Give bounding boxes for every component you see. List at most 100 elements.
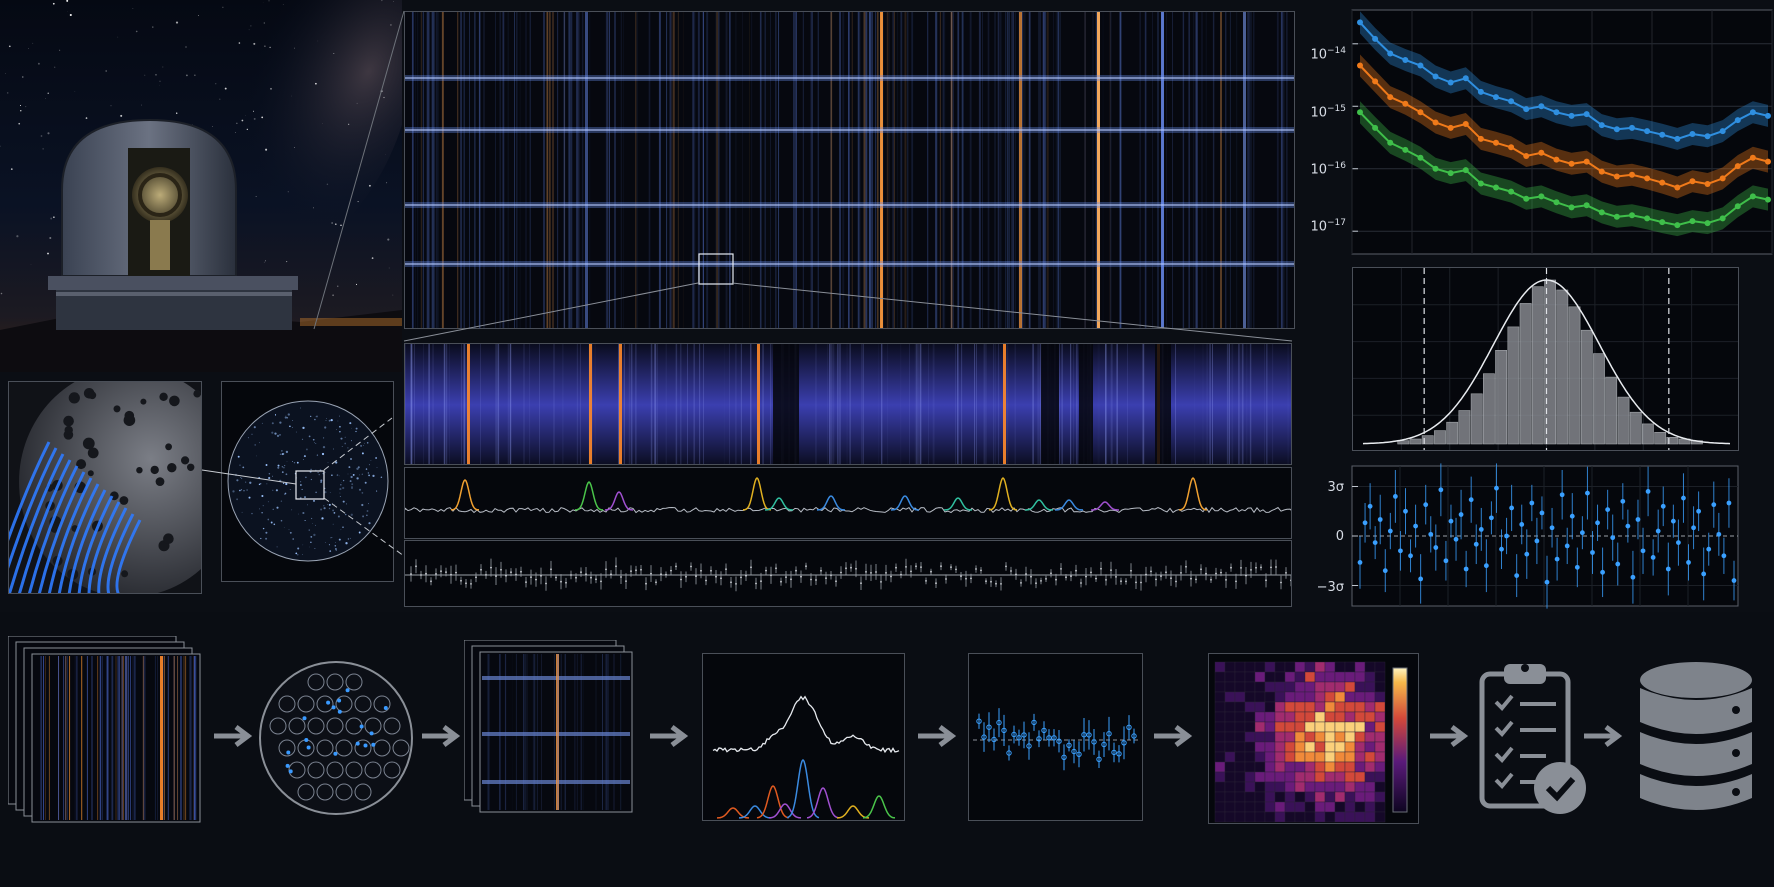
residual-point xyxy=(885,572,887,574)
residual-point xyxy=(740,576,742,579)
residual-point xyxy=(600,580,602,583)
emission-line xyxy=(909,344,910,464)
heatmap-cell xyxy=(1244,661,1256,673)
heatmap-cell xyxy=(1344,771,1356,783)
emission-line xyxy=(838,344,840,464)
pipeline-fiber-plate xyxy=(256,658,416,818)
series-point xyxy=(1493,94,1499,101)
residual-point xyxy=(1250,569,1252,571)
heatmap-cell xyxy=(1284,691,1296,703)
emission-line xyxy=(504,654,505,810)
residual-point xyxy=(1367,503,1373,509)
pipeline-raw-frames xyxy=(8,636,208,826)
heatmap-cell xyxy=(1274,701,1286,713)
heatmap-cell xyxy=(1294,691,1306,703)
residual-point xyxy=(435,573,437,575)
zoomed-spectrum-strip xyxy=(404,343,1292,465)
emission-line xyxy=(562,344,564,464)
raw-line xyxy=(91,656,93,820)
residual-point xyxy=(460,579,462,582)
residual-point xyxy=(785,576,787,578)
heatmap-cell xyxy=(1274,801,1286,813)
heatmap-cell xyxy=(1344,721,1356,733)
raw-line xyxy=(125,656,126,820)
residual-point xyxy=(905,566,907,568)
residual-point xyxy=(1140,581,1142,584)
heatmap-cell xyxy=(1374,671,1386,683)
fiber-spot xyxy=(286,750,291,755)
heatmap-cell xyxy=(1324,811,1336,823)
residual-point xyxy=(735,583,737,585)
residual-point xyxy=(1285,572,1287,574)
heatmap-cell xyxy=(1274,731,1286,743)
heatmap-cell xyxy=(1314,681,1326,693)
residual-point xyxy=(730,581,732,584)
residual-point xyxy=(1185,565,1187,568)
heatmap-cell xyxy=(1264,681,1276,693)
residual-point xyxy=(1539,510,1545,516)
residual-point xyxy=(670,569,672,572)
heatmap-cell xyxy=(1354,671,1366,683)
raw-line xyxy=(66,656,68,820)
heatmap-cell xyxy=(1224,671,1236,683)
heatmap-cell xyxy=(1324,791,1336,803)
emission-line xyxy=(443,344,446,464)
raw-line xyxy=(130,656,131,820)
series-point xyxy=(1372,35,1379,42)
emission-line xyxy=(1110,344,1112,464)
heatmap-cell xyxy=(1264,731,1276,743)
series-point xyxy=(1674,222,1681,229)
heatmap-cell xyxy=(1374,761,1386,773)
series-point xyxy=(1387,50,1394,57)
heatmap-cell xyxy=(1234,701,1246,713)
raw-line xyxy=(40,656,42,820)
pipeline-residuals xyxy=(968,653,1143,821)
heatmap-cell xyxy=(1304,711,1316,723)
residual-point xyxy=(915,565,917,568)
heatmap-cell xyxy=(1284,771,1296,783)
series-point xyxy=(1538,149,1545,156)
emission-line xyxy=(1231,344,1234,464)
heatmap-cell xyxy=(1344,661,1356,673)
residual-point xyxy=(1377,517,1383,522)
fiber-spot xyxy=(326,700,331,705)
raw-line xyxy=(190,656,192,820)
residual-point xyxy=(640,568,642,571)
heatmap-cell xyxy=(1334,681,1346,693)
heatmap-cell xyxy=(1334,741,1346,753)
residual-point xyxy=(860,582,862,585)
heatmap-cell xyxy=(1244,711,1256,723)
residual-point xyxy=(655,581,657,584)
heatmap-cell xyxy=(1294,721,1306,733)
heatmap-cell xyxy=(1234,811,1246,823)
residual-point xyxy=(710,569,712,572)
heatmap-cell xyxy=(1264,791,1276,803)
series-point xyxy=(1749,109,1756,116)
residual-point xyxy=(695,575,697,578)
series-point xyxy=(1659,131,1666,138)
residual-point xyxy=(1620,498,1626,504)
residual-point xyxy=(910,570,912,573)
residual-point xyxy=(1195,578,1197,581)
residual-point xyxy=(1035,582,1037,585)
residual-point xyxy=(760,580,762,583)
series-point xyxy=(1749,193,1756,200)
histogram-bar xyxy=(1531,286,1544,445)
detector-gap xyxy=(1079,344,1093,464)
series-point xyxy=(1568,112,1575,119)
emission-line xyxy=(995,344,996,464)
heatmap-cell xyxy=(1284,781,1296,793)
heatmap-cell xyxy=(1354,771,1366,783)
residual-point xyxy=(1640,548,1646,554)
heatmap-cell xyxy=(1374,791,1386,803)
series-point xyxy=(1749,154,1756,161)
emission-line xyxy=(1039,344,1041,464)
residual-point xyxy=(1579,530,1585,536)
raw-line xyxy=(106,656,108,820)
heatmap-cell xyxy=(1334,801,1346,813)
heatmap-cell xyxy=(1294,801,1306,813)
raw-line xyxy=(69,656,70,820)
residual-point xyxy=(1230,566,1232,569)
heatmap-cell xyxy=(1214,721,1226,733)
heatmap-cell xyxy=(1234,671,1246,683)
